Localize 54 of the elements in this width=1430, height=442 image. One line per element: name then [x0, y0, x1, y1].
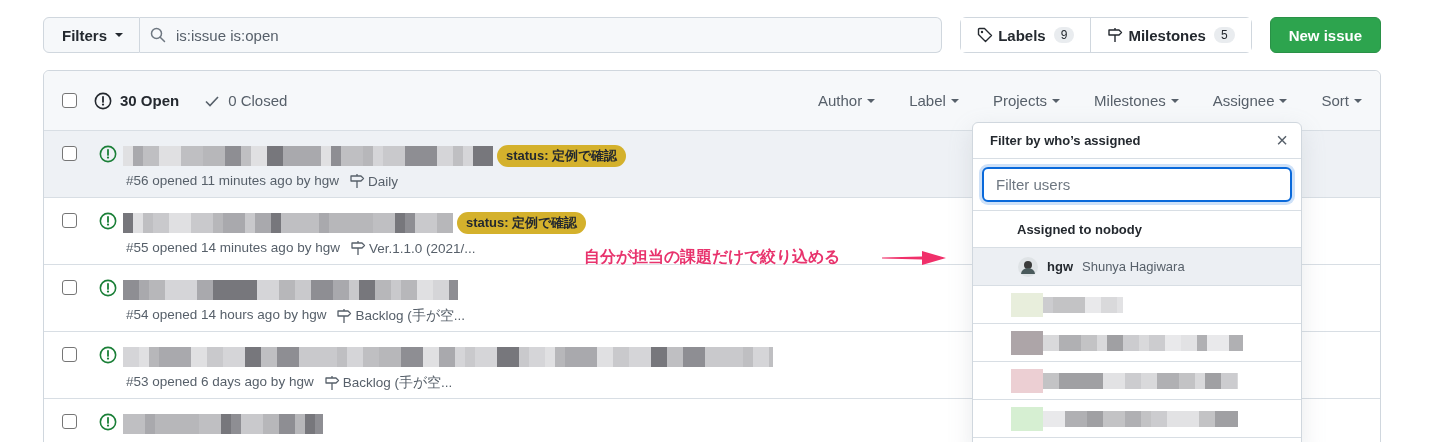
milestone-link[interactable]: Ver.1.1.0 (2021/...	[349, 240, 476, 256]
count-badge: 5	[1213, 27, 1235, 43]
issue-label[interactable]: status: 定例で確認	[457, 212, 587, 234]
menu-title: Filter by who’s assigned	[990, 133, 1141, 148]
caret-icon	[1052, 98, 1061, 103]
issue-label[interactable]: status: 定例で確認	[497, 145, 627, 167]
caret-icon	[115, 33, 123, 37]
issue-meta: #53 opened 6 days ago by hgw	[126, 374, 314, 391]
checkbox[interactable]	[62, 93, 77, 108]
checkbox[interactable]	[62, 414, 77, 429]
milestone-link[interactable]: Backlog (手が空...	[336, 307, 465, 325]
signpost-icon	[323, 375, 340, 391]
open-issues-link[interactable]: 30 Open	[120, 92, 180, 109]
search-field[interactable]: is:issue is:open	[140, 17, 943, 53]
issue-open-icon	[94, 91, 112, 110]
close-button[interactable]: ×	[1272, 129, 1292, 152]
milestone-link[interactable]: Backlog (手が空...	[323, 374, 453, 392]
caret-icon	[950, 98, 959, 103]
signpost-icon	[349, 240, 366, 256]
issue-open-icon	[99, 413, 117, 431]
filter-dropdown[interactable]: Milestones	[1094, 92, 1179, 109]
count-badge: 9	[1053, 27, 1075, 43]
issue-meta: #56 opened 11 minutes ago by hgw	[126, 173, 339, 189]
issue-open-icon	[99, 212, 117, 230]
checkbox[interactable]	[62, 213, 77, 228]
tag-icon	[977, 27, 994, 43]
issue-meta: #54 opened 14 hours ago by hgw	[126, 307, 327, 324]
filter-dropdown[interactable]: Sort	[1321, 92, 1362, 109]
issue-open-icon	[99, 346, 117, 364]
caret-icon	[1279, 98, 1288, 103]
signpost-icon	[348, 173, 365, 189]
signpost-icon	[336, 308, 353, 324]
checkbox[interactable]	[62, 347, 77, 362]
milestone-link[interactable]: Daily	[348, 173, 398, 189]
signpost-icon	[1107, 27, 1124, 43]
avatar-icon	[1018, 256, 1038, 277]
milestones-button[interactable]: Milestones 5	[1090, 18, 1251, 52]
filter-dropdown[interactable]: Label	[909, 92, 959, 109]
annotation-text: 自分が担当の課題だけで絞り込める	[584, 247, 840, 267]
issue-open-icon	[99, 279, 117, 297]
caret-icon	[1170, 98, 1179, 103]
filter-users-field[interactable]: Filter users	[982, 167, 1292, 202]
closed-issues-link[interactable]: 0 Closed	[228, 92, 288, 109]
filter-dropdown[interactable]: Projects	[992, 92, 1061, 109]
filter-dropdown[interactable]: Author	[817, 92, 876, 109]
issue-meta: #55 opened 14 minutes ago by hgw	[126, 240, 340, 256]
caret-icon	[1354, 98, 1362, 103]
filter-dropdown[interactable]: Assignee	[1212, 92, 1288, 109]
issue-open-icon	[99, 145, 117, 163]
caret-icon	[867, 98, 876, 103]
checkbox[interactable]	[62, 146, 77, 161]
user-item[interactable]: hgw Shunya Hagiwara	[973, 248, 1301, 286]
checkbox[interactable]	[62, 280, 77, 295]
filters-button[interactable]: Filters	[43, 17, 140, 53]
